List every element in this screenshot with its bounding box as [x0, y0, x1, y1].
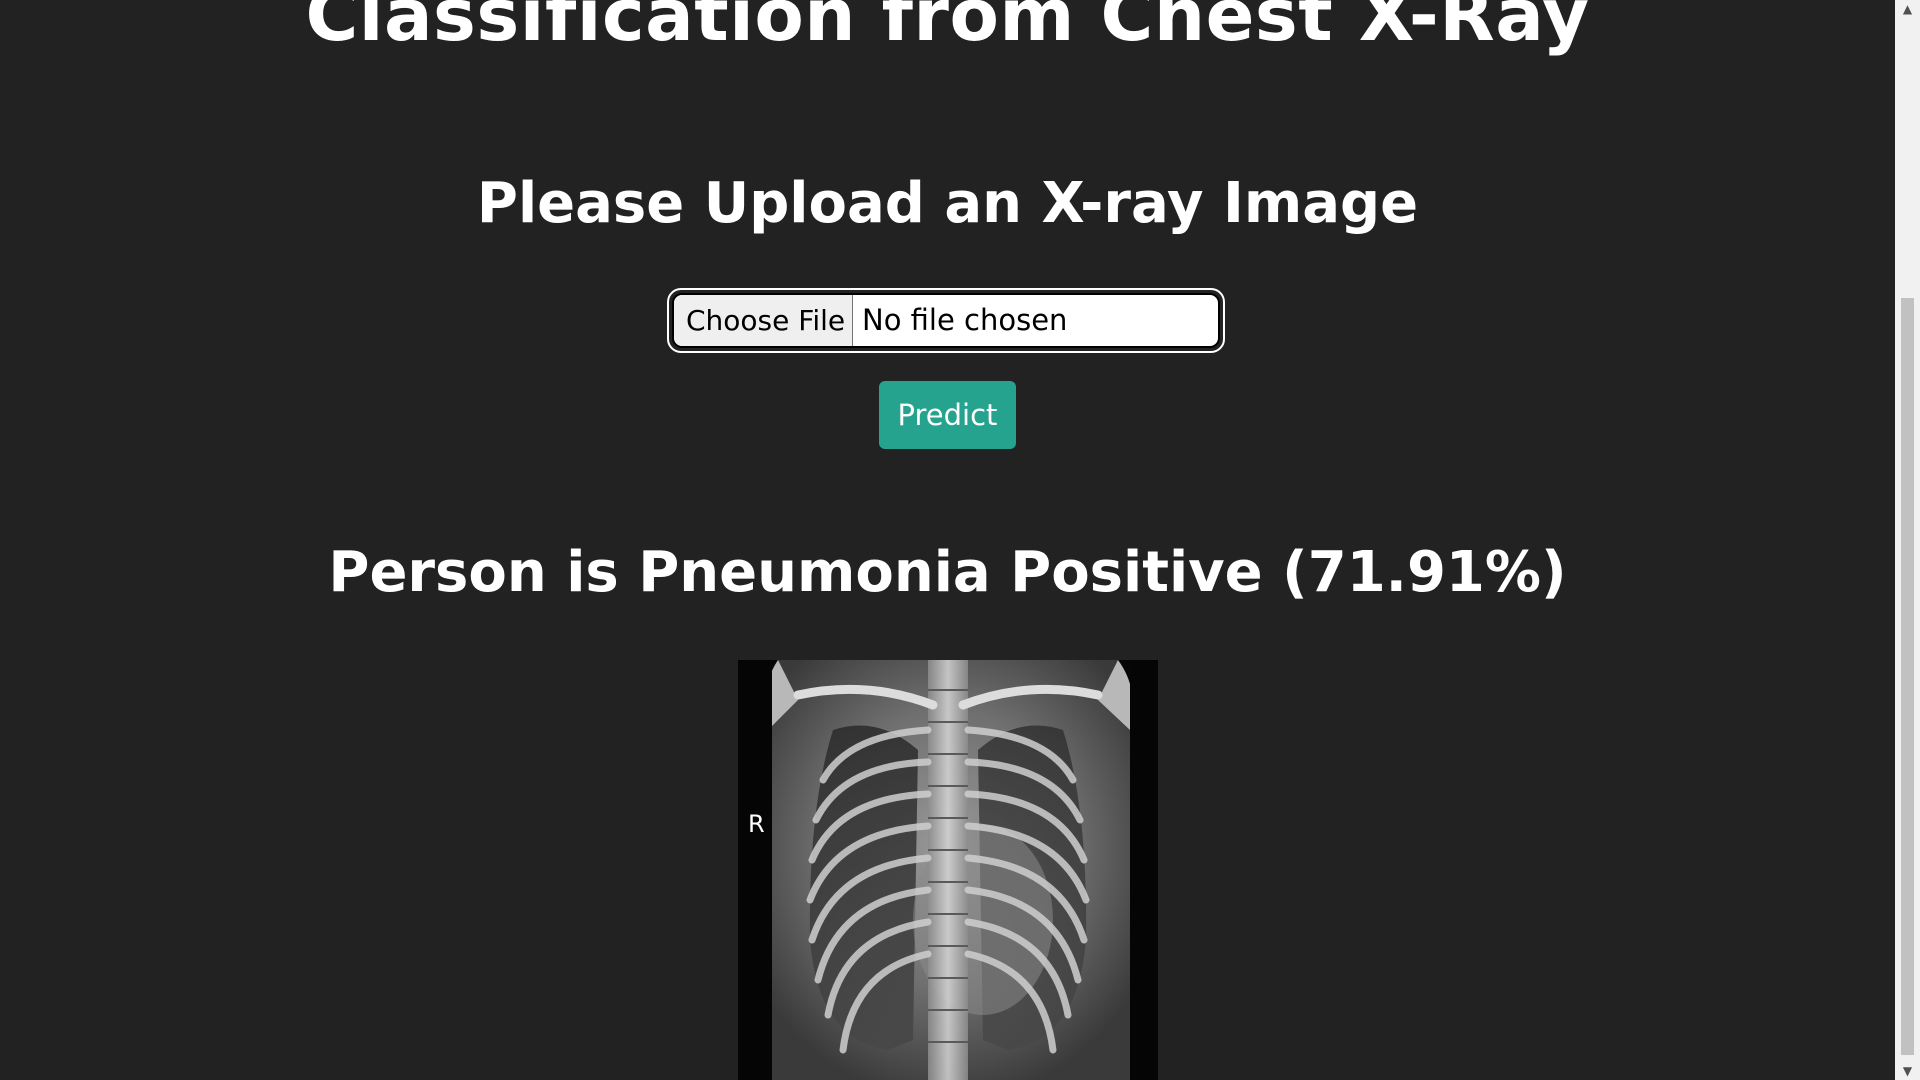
page-title: Classification from Chest X-Ray — [305, 0, 1590, 57]
upload-heading: Please Upload an X-ray Image — [476, 171, 1419, 236]
xray-side-marker: R — [748, 810, 765, 838]
scroll-down-icon[interactable]: ▼ — [1895, 1062, 1920, 1080]
page-content: Classification from Chest X-Ray Please U… — [0, 0, 1895, 1080]
scrollbar-thumb[interactable] — [1901, 298, 1914, 1055]
file-input-focus-ring: Choose File No file chosen — [667, 288, 1225, 353]
scroll-up-icon[interactable]: ▲ — [1895, 0, 1920, 18]
browser-viewport: Classification from Chest X-Ray Please U… — [0, 0, 1920, 1080]
file-input[interactable]: Choose File No file chosen — [672, 293, 1220, 348]
file-status-text: No file chosen — [862, 303, 1068, 337]
choose-file-button[interactable]: Choose File — [674, 295, 853, 346]
predict-button[interactable]: Predict — [879, 381, 1016, 449]
vertical-scrollbar[interactable]: ▲ ▼ — [1895, 0, 1920, 1080]
chest-xray-image: R — [738, 660, 1158, 1080]
prediction-result: Person is Pneumonia Positive (71.91%) — [328, 540, 1567, 605]
